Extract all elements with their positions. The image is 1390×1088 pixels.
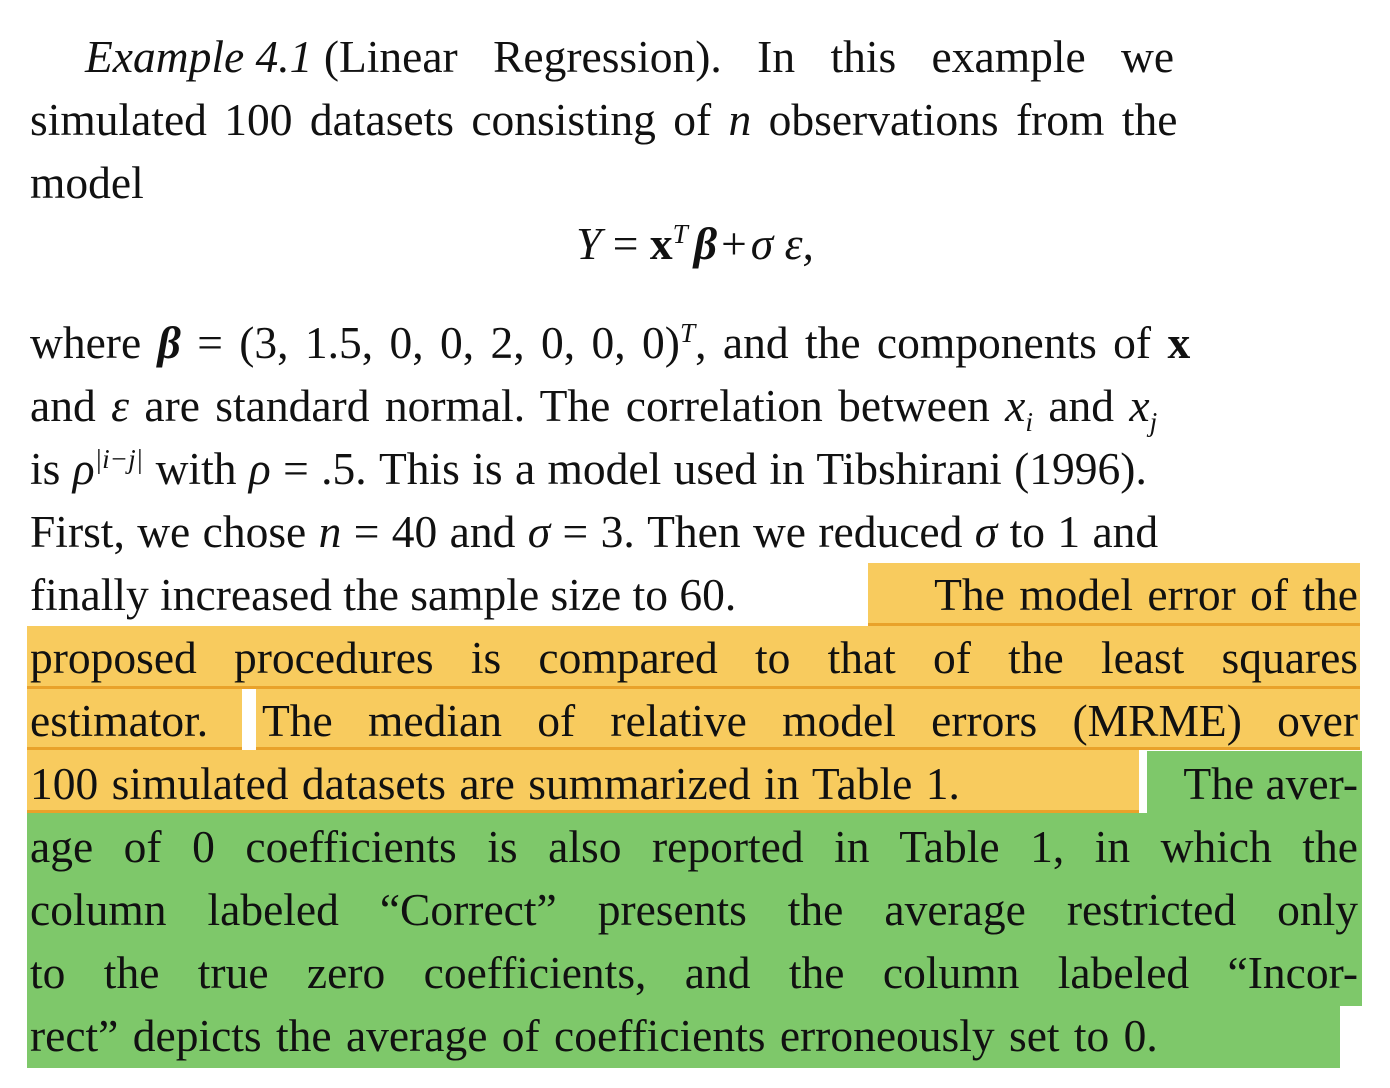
text-line-8: First, we chose n = 40 and σ = 3. Then w…: [30, 501, 1358, 563]
math-rho: ρ: [248, 443, 271, 494]
math-sigma: σ: [750, 218, 774, 269]
math-beta-bold: β: [693, 218, 718, 269]
text-segment: to 1 and: [1009, 506, 1159, 557]
text-line-5: where β = (3, 1.5, 0, 0, 2, 0, 0, 0)T, a…: [30, 312, 1358, 374]
text-segment: = 40 and: [353, 506, 516, 557]
text-segment: simulated 100 datasets consisting of: [30, 94, 712, 145]
math-plus: +: [721, 218, 747, 269]
math-x-bold: x: [1167, 317, 1191, 368]
math-rho: ρ: [72, 443, 95, 494]
highlighted-sentence-start: The model error of the: [934, 569, 1358, 620]
highlighted-green-text: column labeled “Correct” presents the av…: [30, 884, 1358, 935]
text-line-9: finally increased the sample size to 60.…: [30, 564, 1358, 626]
text-line-12: 100 simulated datasets are summarized in…: [30, 753, 1358, 815]
math-x: x: [1005, 380, 1026, 431]
text-line-3: model: [30, 152, 1358, 214]
text-line-2: simulated 100 datasets consisting of n o…: [30, 89, 1358, 151]
math-x: x: [1129, 380, 1150, 431]
math-equals: =: [612, 218, 639, 269]
text-line-14: column labeled “Correct” presents the av…: [30, 879, 1358, 941]
example-label: Example 4.1: [85, 31, 313, 82]
math-subscript-j: j: [1149, 407, 1158, 438]
math-sigma: σ: [974, 506, 998, 557]
math-exponent: |i−j|: [94, 443, 144, 474]
text-line-13: age of 0 coefficients is also reported i…: [30, 816, 1358, 878]
text-segment: = 3. Then we reduced: [562, 506, 963, 557]
text-segment: finally increased the sample size to 60.: [30, 569, 737, 620]
text-line-15: to the true zero coefficients, and the c…: [30, 942, 1358, 1004]
text-segment: = .5. This is a model used in Tibshirani…: [283, 443, 1147, 494]
highlighted-green-text: rect” depicts the average of coefficient…: [30, 1010, 1158, 1061]
highlighted-text: 100 simulated datasets are summarized in…: [30, 758, 960, 809]
math-transpose: T: [679, 317, 696, 348]
text-line-1: Example 4.1 (Linear Regression). In this…: [85, 26, 1358, 88]
math-x-bold: x: [649, 218, 673, 269]
text-segment: are standard normal. The correlation bet…: [144, 380, 990, 431]
text-segment: with: [155, 443, 237, 494]
highlighted-green-start: The aver-: [1183, 758, 1358, 809]
model-equation: Y = xT β+σ ε,: [0, 213, 1390, 275]
highlighted-text: estimator.: [30, 695, 209, 746]
highlighted-sentence: The median of relative model errors (MRM…: [262, 695, 1358, 746]
math-sigma: σ: [527, 506, 551, 557]
highlighted-green-text: to the true zero coefficients, and the c…: [30, 947, 1358, 998]
text-segment: First, we chose: [30, 506, 307, 557]
text-line-16: rect” depicts the average of coefficient…: [30, 1005, 1358, 1067]
text-segment: where: [30, 317, 142, 368]
math-subscript-i: i: [1025, 407, 1033, 438]
math-n: n: [318, 506, 342, 557]
text-line-6: and ε are standard normal. The correlati…: [30, 375, 1358, 437]
highlighted-green-text: age of 0 coefficients is also reported i…: [30, 821, 1358, 872]
text-line-7: is ρ|i−j| with ρ = .5. This is a model u…: [30, 438, 1358, 500]
highlighted-text: proposed procedures is compared to that …: [30, 632, 1358, 683]
math-transpose: T: [672, 218, 688, 249]
text-segment: , and the components of: [695, 317, 1152, 368]
text-segment: and: [1048, 380, 1115, 431]
math-epsilon: ε,: [784, 218, 814, 269]
math-beta-bold: β: [157, 317, 181, 368]
math-beta-vector: = (3, 1.5, 0, 0, 2, 0, 0, 0): [197, 317, 680, 368]
example-heading-rest: (Linear Regression). In this example we: [323, 31, 1175, 82]
text-line-11: estimator. The median of relative model …: [30, 690, 1358, 752]
text-line-10: proposed procedures is compared to that …: [30, 627, 1358, 689]
math-epsilon: ε: [111, 380, 130, 431]
text-segment: model: [30, 157, 144, 208]
math-Y: Y: [576, 218, 602, 269]
math-n: n: [728, 94, 752, 145]
paper-page: Example 4.1 (Linear Regression). In this…: [0, 0, 1390, 1088]
text-segment: observations from the: [768, 94, 1178, 145]
text-segment: is: [30, 443, 61, 494]
text-segment: and: [30, 380, 96, 431]
